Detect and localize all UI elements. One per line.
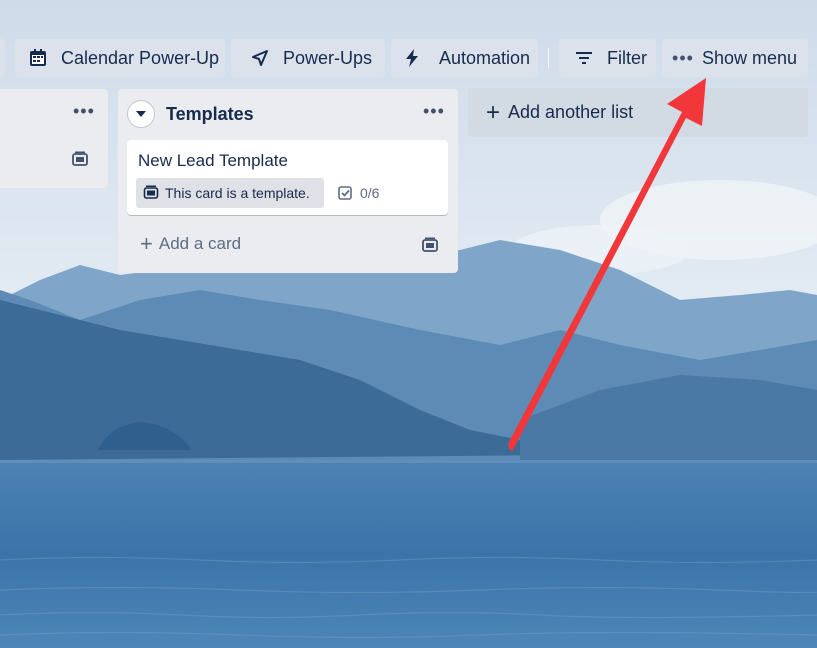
automation-label: Automation: [439, 47, 531, 68]
template-badge-label: This card is a template.: [165, 185, 310, 201]
list-menu-icon[interactable]: •••: [73, 101, 95, 122]
create-from-template-icon[interactable]: [421, 237, 439, 258]
calendar-icon: [27, 47, 49, 69]
template-card[interactable]: New Lead Template This card is a templat…: [127, 140, 448, 215]
template-badge: This card is a template.: [136, 178, 324, 208]
list-partial-left: •••: [0, 89, 108, 188]
checklist-icon: [338, 185, 353, 201]
toolbar-divider: [548, 48, 549, 68]
calendar-powerup-button[interactable]: Calendar Power-Up: [15, 39, 225, 77]
create-from-template-icon[interactable]: [71, 151, 89, 172]
filter-button[interactable]: Filter: [559, 39, 656, 77]
list-menu-icon[interactable]: •••: [423, 101, 445, 122]
calendar-powerup-label: Calendar Power-Up: [61, 47, 220, 68]
checklist-count: 0/6: [360, 185, 380, 201]
more-icon: •••: [672, 47, 694, 68]
add-card-label: Add a card: [158, 234, 242, 253]
show-menu-button[interactable]: ••• Show menu: [662, 39, 808, 77]
rocket-icon: [249, 47, 271, 69]
add-card-button[interactable]: + Add a card: [140, 231, 242, 256]
add-list-button[interactable]: + Add another list: [468, 88, 808, 137]
automation-button[interactable]: Automation: [391, 39, 538, 77]
collapse-list-button[interactable]: [127, 100, 155, 128]
chevron-down-icon: [135, 105, 147, 123]
add-list-label: Add another list: [508, 102, 634, 122]
toolbar-partial-button[interactable]: [0, 39, 5, 77]
powerups-label: Power-Ups: [283, 47, 373, 68]
powerups-button[interactable]: Power-Ups: [231, 39, 385, 77]
filter-label: Filter: [607, 47, 647, 68]
plus-icon: +: [486, 98, 501, 126]
templates-list: Templates ••• New Lead Template This car…: [118, 89, 458, 273]
checklist-badge: 0/6: [338, 185, 379, 201]
list-title[interactable]: Templates: [166, 104, 254, 125]
card-title: New Lead Template: [138, 151, 288, 170]
plus-icon: +: [140, 231, 153, 256]
bolt-icon: [401, 47, 423, 69]
filter-icon: [573, 47, 595, 69]
show-menu-label: Show menu: [702, 47, 798, 68]
template-icon: [143, 185, 159, 201]
